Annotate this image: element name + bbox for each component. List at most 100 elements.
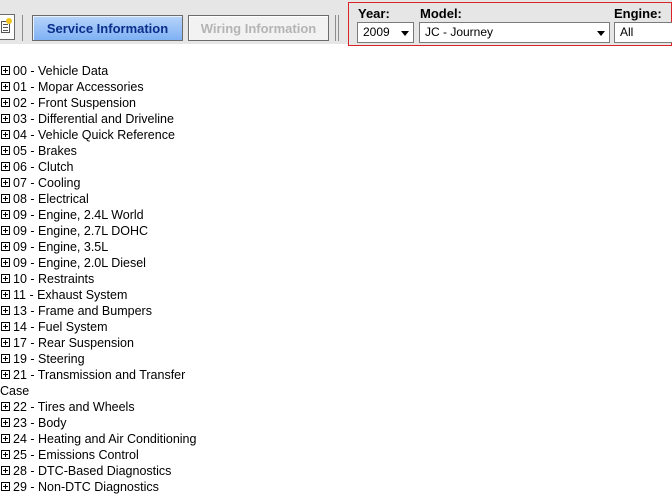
tree-item[interactable]: 00 - Vehicle Data (0, 63, 672, 79)
expand-icon[interactable] (1, 370, 10, 379)
expand-icon[interactable] (1, 194, 10, 203)
expand-icon[interactable] (1, 146, 10, 155)
expand-icon[interactable] (1, 290, 10, 299)
expand-icon[interactable] (1, 258, 10, 267)
tree-item[interactable]: 14 - Fuel System (0, 319, 672, 335)
tree-item-label[interactable]: 09 - Engine, 2.7L DOHC (13, 223, 148, 239)
tree-item-label[interactable]: 02 - Front Suspension (13, 95, 136, 111)
tree-item-label[interactable]: 09 - Engine, 2.0L Diesel (13, 255, 146, 271)
expand-icon[interactable] (1, 130, 10, 139)
tree-item[interactable]: 10 - Restraints (0, 271, 672, 287)
expand-icon[interactable] (1, 338, 10, 347)
table-of-contents-button[interactable] (0, 14, 15, 40)
header: Service Information Wiring Information Y… (0, 0, 672, 56)
expand-icon[interactable] (1, 226, 10, 235)
expand-icon[interactable] (1, 274, 10, 283)
expand-icon[interactable] (1, 402, 10, 411)
tree-item[interactable]: 11 - Exhaust System (0, 287, 672, 303)
tree-item-label[interactable]: 22 - Tires and Wheels (13, 399, 135, 415)
tree-item-label[interactable]: 24 - Heating and Air Conditioning (13, 431, 196, 447)
expand-icon[interactable] (1, 482, 10, 491)
tree-item[interactable]: 07 - Cooling (0, 175, 672, 191)
tab-wiring-information[interactable]: Wiring Information (188, 15, 329, 41)
engine-select-value: All (620, 25, 634, 39)
tree-item[interactable]: 17 - Rear Suspension (0, 335, 672, 351)
tree-item-label-continuation[interactable]: Case (0, 383, 672, 399)
star-icon (6, 18, 12, 24)
tree-item[interactable]: 09 - Engine, 3.5L (0, 239, 672, 255)
chevron-down-icon (401, 31, 409, 36)
tree-item-label[interactable]: 17 - Rear Suspension (13, 335, 134, 351)
model-select[interactable]: JC - Journey (419, 22, 610, 43)
expand-icon[interactable] (1, 306, 10, 315)
expand-icon[interactable] (1, 210, 10, 219)
expand-icon[interactable] (1, 242, 10, 251)
model-select-value: JC - Journey (425, 25, 494, 39)
chevron-down-icon (597, 31, 605, 36)
tree-item-label[interactable]: 21 - Transmission and Transfer (13, 367, 185, 383)
tree-item-label[interactable]: 01 - Mopar Accessories (13, 79, 144, 95)
tree-item-label[interactable]: 07 - Cooling (13, 175, 80, 191)
tree-item-label[interactable]: 00 - Vehicle Data (13, 63, 108, 79)
year-select[interactable]: 2009 (357, 22, 414, 43)
expand-icon[interactable] (1, 66, 10, 75)
tree-item[interactable]: 09 - Engine, 2.7L DOHC (0, 223, 672, 239)
engine-label: Engine: (614, 6, 662, 21)
tree-item-label[interactable]: 05 - Brakes (13, 143, 77, 159)
tree-item[interactable]: 05 - Brakes (0, 143, 672, 159)
tree-item[interactable]: 24 - Heating and Air Conditioning (0, 431, 672, 447)
expand-icon[interactable] (1, 418, 10, 427)
expand-icon[interactable] (1, 434, 10, 443)
tree-item[interactable]: 13 - Frame and Bumpers (0, 303, 672, 319)
toolbar-divider (22, 15, 23, 41)
tree-item[interactable]: 06 - Clutch (0, 159, 672, 175)
tree-item[interactable]: 28 - DTC-Based Diagnostics (0, 463, 672, 479)
tree-item-label[interactable]: 25 - Emissions Control (13, 447, 139, 463)
expand-icon[interactable] (1, 98, 10, 107)
tree-item[interactable]: 01 - Mopar Accessories (0, 79, 672, 95)
tree-item-label[interactable]: 19 - Steering (13, 351, 85, 367)
expand-icon[interactable] (1, 466, 10, 475)
tree-item-label[interactable]: 10 - Restraints (13, 271, 94, 287)
expand-icon[interactable] (1, 162, 10, 171)
tab-service-information[interactable]: Service Information (32, 15, 183, 41)
tree-item[interactable]: 21 - Transmission and Transfer (0, 367, 672, 383)
tree-item[interactable]: 02 - Front Suspension (0, 95, 672, 111)
tree-item-label[interactable]: 09 - Engine, 2.4L World (13, 207, 144, 223)
expand-icon[interactable] (1, 82, 10, 91)
tree-item[interactable]: 09 - Engine, 2.0L Diesel (0, 255, 672, 271)
tree-item[interactable]: 08 - Electrical (0, 191, 672, 207)
tree-item[interactable]: 04 - Vehicle Quick Reference (0, 127, 672, 143)
toolbar-divider (335, 15, 336, 41)
tree-item[interactable]: 19 - Steering (0, 351, 672, 367)
expand-icon[interactable] (1, 450, 10, 459)
expand-icon[interactable] (1, 178, 10, 187)
expand-icon[interactable] (1, 322, 10, 331)
tree-item[interactable]: 29 - Non-DTC Diagnostics (0, 479, 672, 495)
tree-item[interactable]: 03 - Differential and Driveline (0, 111, 672, 127)
tree-item-label[interactable]: 28 - DTC-Based Diagnostics (13, 463, 171, 479)
expand-icon[interactable] (1, 114, 10, 123)
tree-item-label[interactable]: 11 - Exhaust System (13, 287, 127, 303)
model-label: Model: (420, 6, 462, 21)
tree-item[interactable]: 09 - Engine, 2.4L World (0, 207, 672, 223)
app-root: Service Information Wiring Information Y… (0, 0, 672, 500)
tree-item-label[interactable]: 09 - Engine, 3.5L (13, 239, 108, 255)
tree-item-label[interactable]: 23 - Body (13, 415, 67, 431)
expand-icon[interactable] (1, 354, 10, 363)
tree-item-label[interactable]: 29 - Non-DTC Diagnostics (13, 479, 159, 495)
tree-item[interactable]: 23 - Body (0, 415, 672, 431)
tree-item-label[interactable]: 08 - Electrical (13, 191, 89, 207)
tree-item-label[interactable]: 13 - Frame and Bumpers (13, 303, 152, 319)
tree-item[interactable]: 25 - Emissions Control (0, 447, 672, 463)
year-select-value: 2009 (363, 25, 390, 39)
toolbar-divider (338, 15, 339, 41)
tree-item[interactable]: 22 - Tires and Wheels (0, 399, 672, 415)
tree-item-label[interactable]: 14 - Fuel System (13, 319, 107, 335)
tree-item-label[interactable]: 03 - Differential and Driveline (13, 111, 174, 127)
year-label: Year: (358, 6, 390, 21)
engine-select[interactable]: All (614, 22, 672, 43)
tree-item-label[interactable]: 04 - Vehicle Quick Reference (13, 127, 175, 143)
service-info-tree: 00 - Vehicle Data 01 - Mopar Accessories… (0, 63, 672, 495)
tree-item-label[interactable]: 06 - Clutch (13, 159, 73, 175)
